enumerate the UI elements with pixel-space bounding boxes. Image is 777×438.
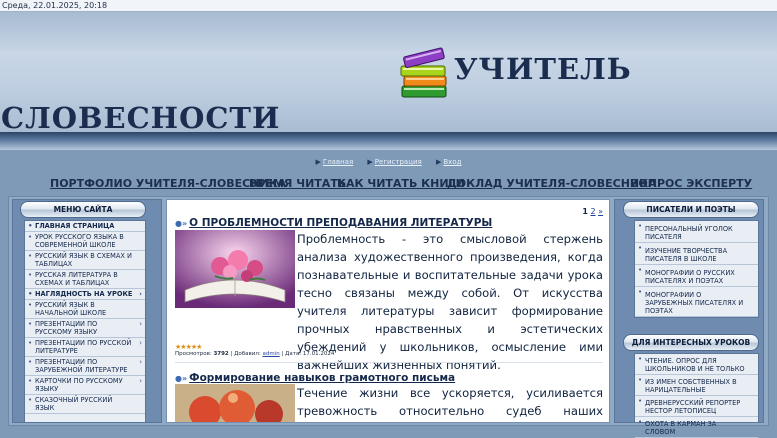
lessons-block-header: ДЛЯ ИНТЕРЕСНЫХ УРОКОВ <box>623 334 759 351</box>
bullet-icon: • <box>28 290 33 298</box>
site-menu-header: МЕНЮ САЙТА <box>20 201 146 218</box>
utility-nav-login[interactable]: ▶ Вход <box>436 158 461 166</box>
menu-item-writer-corner[interactable]: • ПЕРСОНАЛЬНЫЙ УГОЛОК ПИСАТЕЛЯ <box>635 221 758 243</box>
post-marker-icon: ●» <box>175 374 188 383</box>
utility-nav-home[interactable]: ▶ Главная <box>316 158 356 166</box>
triangle-right-icon: ▶ <box>435 158 442 166</box>
bullet-icon: • <box>638 376 643 384</box>
menu-item-nestor[interactable]: • ДРЕВНЕРУССКИЙ РЕПОРТЕР НЕСТОР ЛЕТОПИСЕЦ <box>635 396 758 417</box>
bullet-icon: • <box>28 233 33 241</box>
bullet-icon: • <box>638 222 643 230</box>
bullet-icon: • <box>638 244 643 252</box>
lessons-block: • ЧТЕНИЕ. ОПРОС ДЛЯ ШКОЛЬНИКОВ И НЕ ТОЛЬК… <box>634 353 759 438</box>
triangle-right-icon: ▶ <box>315 158 321 166</box>
writers-block: • ПЕРСОНАЛЬНЫЙ УГОЛОК ПИСАТЕЛЯ • ИЗУЧЕНИЕ … <box>634 220 759 318</box>
main-nav: ПОРТФОЛИО УЧИТЕЛЯ-СЛОВЕСНИКА ВРЕМЯ ЧИТАТ… <box>0 176 777 192</box>
bullet-icon: • <box>28 396 33 404</box>
site-menu: • ГЛАВНАЯ СТРАНИЦА • УРОК РУССКОГО ЯЗЫКА В… <box>24 220 146 423</box>
writers-block-header: ПИСАТЕЛИ И ПОЭТЫ <box>623 201 759 218</box>
post-image-book-roses[interactable] <box>175 230 295 308</box>
post-divider <box>175 362 603 363</box>
post-meta: Просмотров: 3792 | Добавил: admin | Дата… <box>175 351 335 357</box>
chevron-right-icon: › <box>139 377 142 385</box>
menu-item-writer-study[interactable]: • ИЗУЧЕНИЕ ТВОРЧЕСТВА ПИСАТЕЛЯ В ШКОЛЕ <box>635 243 758 265</box>
home-link[interactable]: Главная <box>323 158 353 166</box>
date-time-text: Среда, 22.01.2025, 20:18 <box>2 1 108 10</box>
bullet-icon: • <box>28 339 33 347</box>
post-excerpt: Проблемность - это смысловой стержень ан… <box>297 232 603 372</box>
menu-item-foreign-monographs[interactable]: • МОНОГРАФИИ О ЗАРУБЕЖНЫХ ПИСАТЕЛЯХ И ПОЭ… <box>635 287 758 317</box>
register-link[interactable]: Регистрация <box>375 158 422 166</box>
menu-item-visual-aids[interactable]: • НАГЛЯДНОСТЬ НА УРОКЕ › <box>25 289 145 300</box>
nav-how-to-read-link[interactable]: КАК ЧИТАТЬ КНИГИ <box>337 176 465 192</box>
bullet-icon: • <box>28 222 33 230</box>
site-title-line1[interactable]: УЧИТЕЛЬ <box>454 52 632 86</box>
utility-nav-register[interactable]: ▶ Регистрация <box>367 158 424 166</box>
date-time-bar: Среда, 22.01.2025, 20:18 <box>0 0 777 12</box>
bullet-icon: • <box>28 358 33 366</box>
utility-nav: ▶ Главная ▶ Регистрация ▶ Вход <box>0 156 777 168</box>
main-content: 1 2 » ●» О ПРОБЛЕМНОСТИ ПРЕПОДАВАНИЯ ЛИТЕ… <box>166 199 610 423</box>
author-link[interactable]: admin <box>262 351 279 357</box>
books-stack-icon[interactable] <box>398 46 452 102</box>
chevron-right-icon: › <box>139 358 142 366</box>
views-count: 3792 <box>213 351 229 357</box>
post-date: 17.01.2024 <box>302 351 335 357</box>
bullet-icon: • <box>638 397 643 405</box>
star-icon: ★ <box>196 343 202 351</box>
nav-time-to-read-link[interactable]: ВРЕМЯ ЧИТАТЬ <box>249 176 346 192</box>
nav-ask-expert-link[interactable]: ВОПРОС ЭКСПЕРТУ <box>630 176 752 192</box>
menu-item-primary-school[interactable]: • РУССКИЙ ЯЗЫК В НАЧАЛЬНОЙ ШКОЛЕ <box>25 300 145 319</box>
post-title-link[interactable]: О ПРОБЛЕМНОСТИ ПРЕПОДАВАНИЯ ЛИТЕРАТУРЫ <box>189 217 492 229</box>
bullet-icon: • <box>28 320 33 328</box>
site-title-line2[interactable]: СЛОВЕСНОСТИ <box>1 101 280 135</box>
page-next-link[interactable]: » <box>598 207 603 216</box>
post-title: ●» Формирование навыков грамотного письма <box>175 372 455 384</box>
rating-stars: ★★★★★ <box>175 343 202 351</box>
post-excerpt: Течение жизни все ускоряется, усиливаетс… <box>297 386 603 418</box>
triangle-right-icon: ▶ <box>367 158 373 166</box>
menu-item-modern-lesson[interactable]: • УРОК РУССКОГО ЯЗЫКА В СОВРЕМЕННОЙ ШКОЛЕ <box>25 232 145 251</box>
menu-item-literature-tables[interactable]: • РУССКАЯ ЛИТЕРАТУРА В СХЕМАХ И ТАБЛИЦАХ <box>25 270 145 289</box>
post-title: ●» О ПРОБЛЕМНОСТИ ПРЕПОДАВАНИЯ ЛИТЕРАТУРЫ <box>175 217 492 229</box>
menu-item-russian-cards[interactable]: • КАРТОЧКИ ПО РУССКОМУ ЯЗЫКУ › <box>25 376 145 395</box>
bullet-icon: • <box>638 266 643 274</box>
menu-item-fairytale-russian[interactable]: • СКАЗОЧНЫЙ РУССКИЙ ЯЗЫК <box>25 395 145 414</box>
bullet-icon: • <box>638 418 643 426</box>
bullet-icon: • <box>28 252 33 260</box>
menu-item-foreign-literature[interactable]: • ПРЕЗЕНТАЦИИ ПО ЗАРУБЕЖНОЙ ЛИТЕРАТУРЕ › <box>25 357 145 376</box>
bullet-icon: • <box>28 377 33 385</box>
post-marker-icon: ●» <box>175 219 188 228</box>
nav-report-link[interactable]: ДОКЛАД УЧИТЕЛЯ-СЛОВЕСНИКА <box>447 176 657 192</box>
menu-item-russian-monographs[interactable]: • МОНОГРАФИИ О РУССКИХ ПИСАТЕЛЯХ И ПОЭТАХ <box>635 265 758 287</box>
bullet-icon: • <box>638 355 643 363</box>
menu-item-reading-survey[interactable]: • ЧТЕНИЕ. ОПРОС ДЛЯ ШКОЛЬНИКОВ И НЕ ТОЛЬК… <box>635 354 758 375</box>
chevron-right-icon: › <box>139 320 142 328</box>
chevron-right-icon: › <box>139 339 142 347</box>
chevron-right-icon: › <box>139 290 142 298</box>
pagination: 1 2 » <box>582 207 603 216</box>
menu-item-russian-tables[interactable]: • РУССКИЙ ЯЗЫК В СХЕМАХ И ТАБЛИЦАХ <box>25 251 145 270</box>
bullet-icon: • <box>28 301 33 309</box>
post-title-link[interactable]: Формирование навыков грамотного письма <box>189 372 455 384</box>
bullet-icon: • <box>638 288 643 296</box>
menu-item-literature-presentations[interactable]: • ПРЕЗЕНТАЦИИ ПО РУССКОЙ ЛИТЕРАТУРЕ › <box>25 338 145 357</box>
menu-item-word-hunting[interactable]: • ОХОТА В КАРМАН ЗА СЛОВОМ <box>635 417 758 438</box>
menu-item-proper-names[interactable]: • ИЗ ИМЕН СОБСТВЕННЫХ В НАРИЦАТЕЛЬНЫЕ <box>635 375 758 396</box>
menu-item-russian-presentations[interactable]: • ПРЕЗЕНТАЦИИ ПО РУССКОМУ ЯЗЫКУ › <box>25 319 145 338</box>
page-current: 1 <box>582 207 588 216</box>
bullet-icon: • <box>28 271 33 279</box>
login-link[interactable]: Вход <box>443 158 461 166</box>
page-2-link[interactable]: 2 <box>590 207 595 216</box>
menu-item-home[interactable]: • ГЛАВНАЯ СТРАНИЦА <box>25 221 145 232</box>
post-image-apples[interactable] <box>175 384 295 423</box>
